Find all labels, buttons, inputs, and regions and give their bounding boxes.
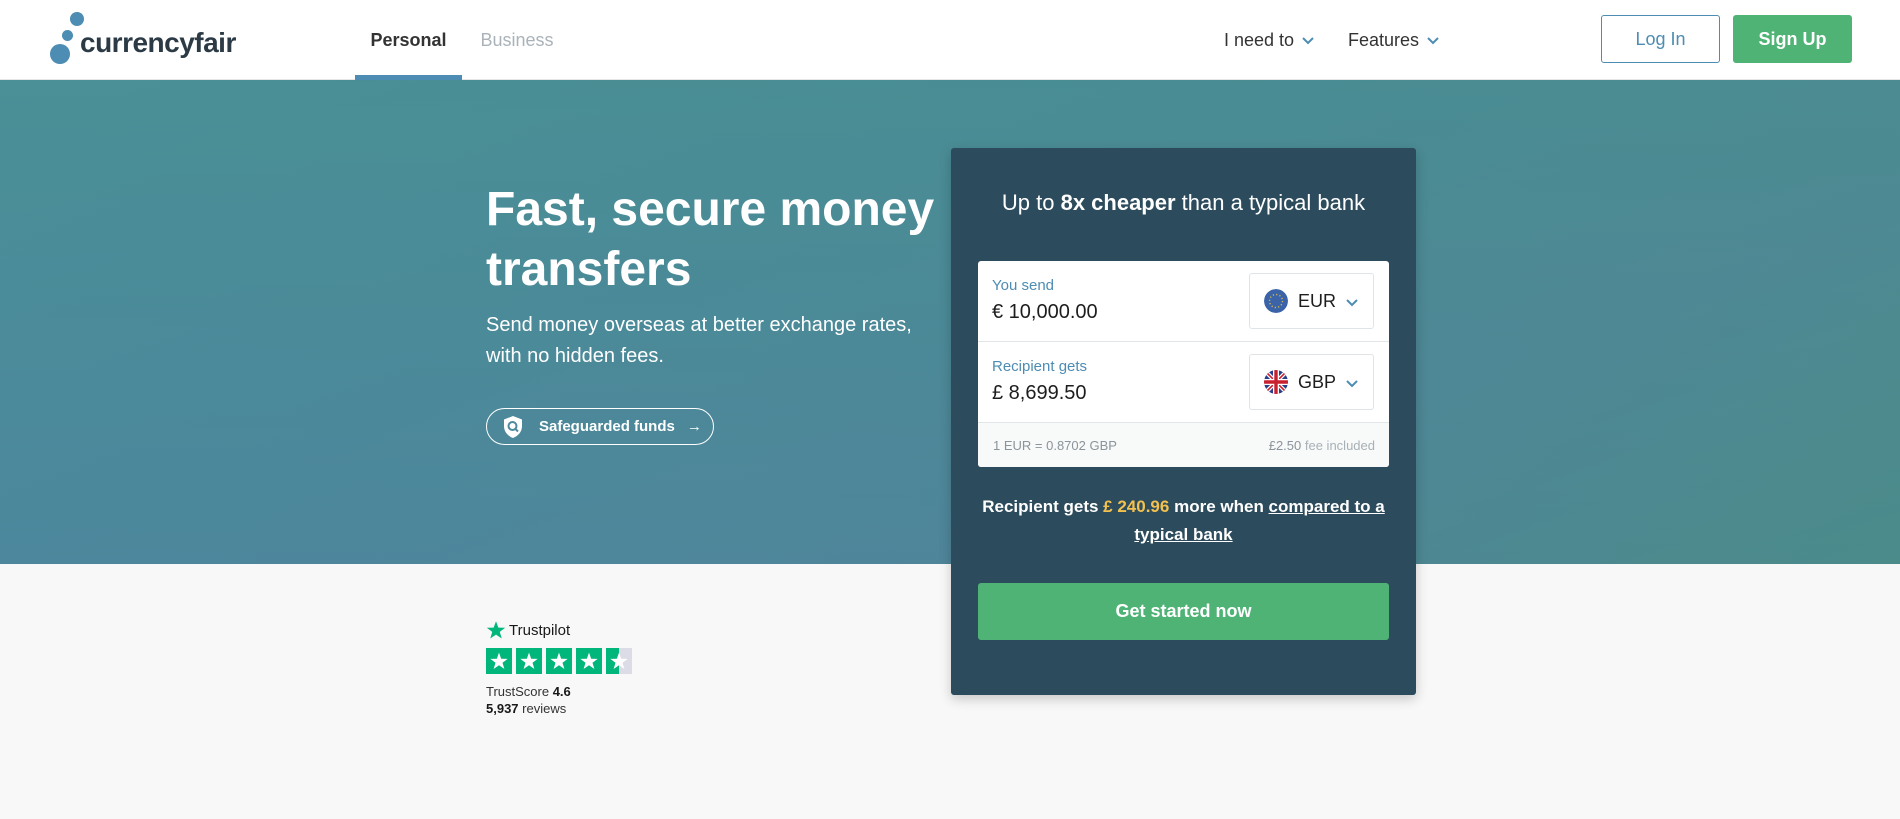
rating-star-icon <box>486 648 512 674</box>
savings-comparison: Recipient gets £ 240.96 more when compar… <box>976 493 1391 549</box>
rating-star-icon <box>516 648 542 674</box>
savings-amount: £ 240.96 <box>1103 497 1170 516</box>
safeguarded-funds-label: Safeguarded funds <box>539 418 675 435</box>
headline-suffix: than a typical bank <box>1175 190 1366 215</box>
uk-flag-icon <box>1264 370 1288 394</box>
receive-amount-row[interactable]: Recipient gets £ 8,699.50 GBP <box>978 342 1389 423</box>
rating-star-icon <box>546 648 572 674</box>
reviews-count: 5,937 <box>486 701 519 716</box>
reviews-label: reviews <box>518 701 567 716</box>
chevron-down-icon <box>1427 37 1439 45</box>
send-currency-select[interactable]: EUR <box>1249 273 1374 329</box>
nav-i-need-to-label: I need to <box>1224 29 1295 50</box>
headline-prefix: Up to <box>1001 190 1061 215</box>
fee-label: fee included <box>1301 438 1375 453</box>
chevron-down-icon <box>1302 37 1314 45</box>
receive-currency-select[interactable]: GBP <box>1249 354 1374 410</box>
compare-prefix: Recipient gets <box>982 497 1104 516</box>
exchange-rate: 1 EUR = 0.8702 GBP <box>993 438 1117 453</box>
safeguarded-funds-button[interactable]: Safeguarded funds → <box>486 408 714 445</box>
nav-features-label: Features <box>1348 29 1420 50</box>
hero-subtitle: Send money overseas at better exchange r… <box>486 314 912 367</box>
compare-middle: more when <box>1169 497 1269 516</box>
arrow-right-icon: → <box>686 418 702 435</box>
login-button[interactable]: Log In <box>1601 15 1720 63</box>
trustscore: TrustScore 4.6 <box>486 684 636 699</box>
trustpilot-star-icon <box>486 621 506 639</box>
currencyfair-logo[interactable]: currencyfair <box>48 12 236 68</box>
trustscore-label: TrustScore <box>486 684 553 699</box>
logo-mark-icon <box>48 12 84 68</box>
receive-label: Recipient gets <box>992 358 1088 375</box>
lower-section <box>0 564 1900 819</box>
calculator-headline: Up to 8x cheaper than a typical bank <box>951 190 1416 216</box>
trustpilot-reviews: 5,937 reviews <box>486 701 636 716</box>
headline-highlight: 8x cheaper <box>1060 190 1176 215</box>
receive-amount-input[interactable]: £ 8,699.50 <box>992 382 1087 405</box>
calculator-form: You send € 10,000.00 EUR Recipient gets … <box>978 261 1389 467</box>
logo-text: currencyfair <box>80 27 236 58</box>
send-label: You send <box>992 277 1055 294</box>
site-header: currencyfair Personal Business I need to… <box>0 0 1900 80</box>
rate-info-row: 1 EUR = 0.8702 GBP £2.50 fee included <box>978 423 1389 467</box>
trustscore-value: 4.6 <box>552 684 571 699</box>
send-amount-row[interactable]: You send € 10,000.00 EUR <box>978 261 1389 342</box>
active-tab-indicator <box>355 75 462 80</box>
eu-flag-icon <box>1264 289 1288 313</box>
rating-star-icon <box>576 648 602 674</box>
tab-business[interactable]: Business <box>462 0 572 80</box>
shield-icon <box>504 415 522 438</box>
rating-star-partial-icon <box>606 648 632 674</box>
trustpilot-widget[interactable]: Trustpilot TrustScore 4.6 5,937 reviews <box>486 620 636 716</box>
transfer-calculator-card: Up to 8x cheaper than a typical bank You… <box>951 148 1416 695</box>
trustpilot-brand: Trustpilot <box>486 620 636 640</box>
fee-info: £2.50 fee included <box>1269 438 1375 453</box>
signup-button[interactable]: Sign Up <box>1733 15 1852 63</box>
trustpilot-stars <box>486 648 636 674</box>
fee-amount: £2.50 <box>1268 438 1302 453</box>
chevron-down-icon <box>1346 299 1358 307</box>
chevron-down-icon <box>1346 380 1358 388</box>
nav-features[interactable]: Features <box>1348 0 1440 80</box>
nav-i-need-to[interactable]: I need to <box>1224 0 1315 80</box>
send-currency-code: EUR <box>1298 290 1337 311</box>
receive-currency-code: GBP <box>1298 371 1337 392</box>
hero-title: Fast, secure money transfers <box>486 183 935 296</box>
trustpilot-brand-label: Trustpilot <box>509 621 571 639</box>
tab-business-label: Business <box>480 29 554 50</box>
get-started-button[interactable]: Get started now <box>978 583 1389 640</box>
tab-personal[interactable]: Personal <box>355 0 462 80</box>
send-amount-input[interactable]: € 10,000.00 <box>992 301 1098 324</box>
tab-personal-label: Personal <box>370 29 447 50</box>
hero-section: Fast, secure money transfers Send money … <box>0 80 1900 564</box>
